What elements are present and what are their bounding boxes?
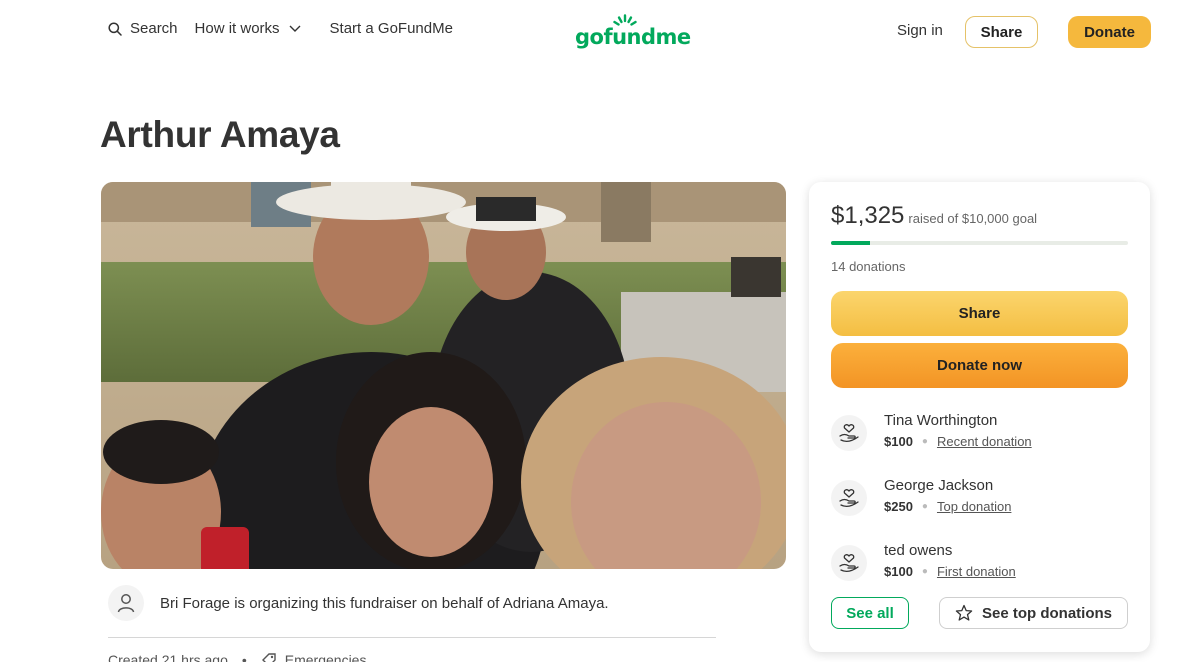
- dot-separator: ●: [921, 566, 928, 577]
- start-gofundme-link[interactable]: Start a GoFundMe: [330, 20, 453, 37]
- donation-detail: $100 ● Recent donation: [884, 434, 1032, 449]
- donation-item: George Jackson $250 ● Top donation: [831, 477, 1128, 521]
- dot-separator: ●: [921, 501, 928, 512]
- organizer-text: Bri Forage is organizing this fundraiser…: [160, 595, 609, 612]
- progress-fill: [831, 241, 871, 245]
- star-icon: [955, 604, 973, 621]
- tag-icon: [261, 653, 276, 662]
- search-label: Search: [130, 20, 178, 37]
- user-icon: [117, 594, 135, 613]
- donation-card: $1,325 raised of $10,000 goal 14 donatio…: [809, 182, 1150, 652]
- heart-hand-icon: [839, 489, 859, 507]
- start-gofundme-label: Start a GoFundMe: [329, 20, 453, 37]
- donor-name: ted owens: [884, 542, 953, 559]
- raised-summary: $1,325 raised of $10,000 goal: [831, 202, 1037, 230]
- primary-nav: Search How it works Start a GoFundMe: [108, 20, 453, 37]
- header-donate-button[interactable]: Donate: [1068, 16, 1151, 48]
- search-icon: [108, 21, 122, 36]
- fundraiser-meta: Created 21 hrs ago • Emergencies: [108, 652, 366, 662]
- donation-type-link[interactable]: First donation: [937, 564, 1016, 579]
- page-title: Arthur Amaya: [100, 114, 340, 155]
- organizer-avatar: [108, 585, 144, 621]
- gofundme-logo[interactable]: gofundme: [574, 14, 691, 50]
- how-it-works-menu[interactable]: How it works: [195, 20, 301, 37]
- donation-amount: $100: [884, 564, 913, 579]
- donate-now-button[interactable]: Donate now: [831, 343, 1128, 388]
- see-top-donations-button[interactable]: See top donations: [939, 597, 1128, 629]
- site-header: Search How it works Start a GoFundMe gof…: [0, 0, 1200, 64]
- raised-goal: raised of $10,000 goal: [908, 211, 1038, 226]
- donor-name: Tina Worthington: [884, 412, 998, 429]
- donation-detail: $250 ● Top donation: [884, 499, 1011, 514]
- donor-avatar: [831, 415, 867, 451]
- donation-amount: $250: [884, 499, 913, 514]
- organizer-row: Bri Forage is organizing this fundraiser…: [108, 585, 716, 638]
- donor-avatar: [831, 480, 867, 516]
- progress-bar: [831, 241, 1128, 245]
- raised-amount: $1,325: [831, 202, 905, 229]
- how-it-works-label: How it works: [194, 20, 280, 37]
- donation-type-link[interactable]: Recent donation: [937, 434, 1032, 449]
- card-share-button[interactable]: Share: [831, 291, 1128, 336]
- meta-separator: •: [241, 652, 247, 662]
- see-all-button[interactable]: See all: [831, 597, 909, 629]
- created-time: Created 21 hrs ago: [108, 652, 228, 662]
- donation-item: Tina Worthington $100 ● Recent donation: [831, 412, 1128, 456]
- donor-name: George Jackson: [884, 477, 994, 494]
- donor-avatar: [831, 545, 867, 581]
- search-link[interactable]: Search: [108, 20, 178, 37]
- header-share-button[interactable]: Share: [965, 16, 1038, 48]
- dot-separator: ●: [921, 436, 928, 447]
- donation-count: 14 donations: [831, 259, 906, 274]
- heart-hand-icon: [839, 554, 859, 572]
- see-top-donations-label: See top donations: [981, 604, 1112, 622]
- donation-amount: $100: [884, 434, 913, 449]
- chevron-down-icon: [289, 25, 301, 32]
- heart-hand-icon: [839, 424, 859, 442]
- fundraiser-photo[interactable]: [101, 182, 786, 569]
- donation-item: ted owens $100 ● First donation: [831, 542, 1128, 586]
- family-photo-image: [101, 182, 786, 569]
- donation-type-link[interactable]: Top donation: [937, 499, 1011, 514]
- logo-text: gofundme: [575, 25, 691, 49]
- category-link[interactable]: Emergencies: [285, 652, 367, 662]
- sign-in-link[interactable]: Sign in: [897, 22, 943, 39]
- donation-detail: $100 ● First donation: [884, 564, 1016, 579]
